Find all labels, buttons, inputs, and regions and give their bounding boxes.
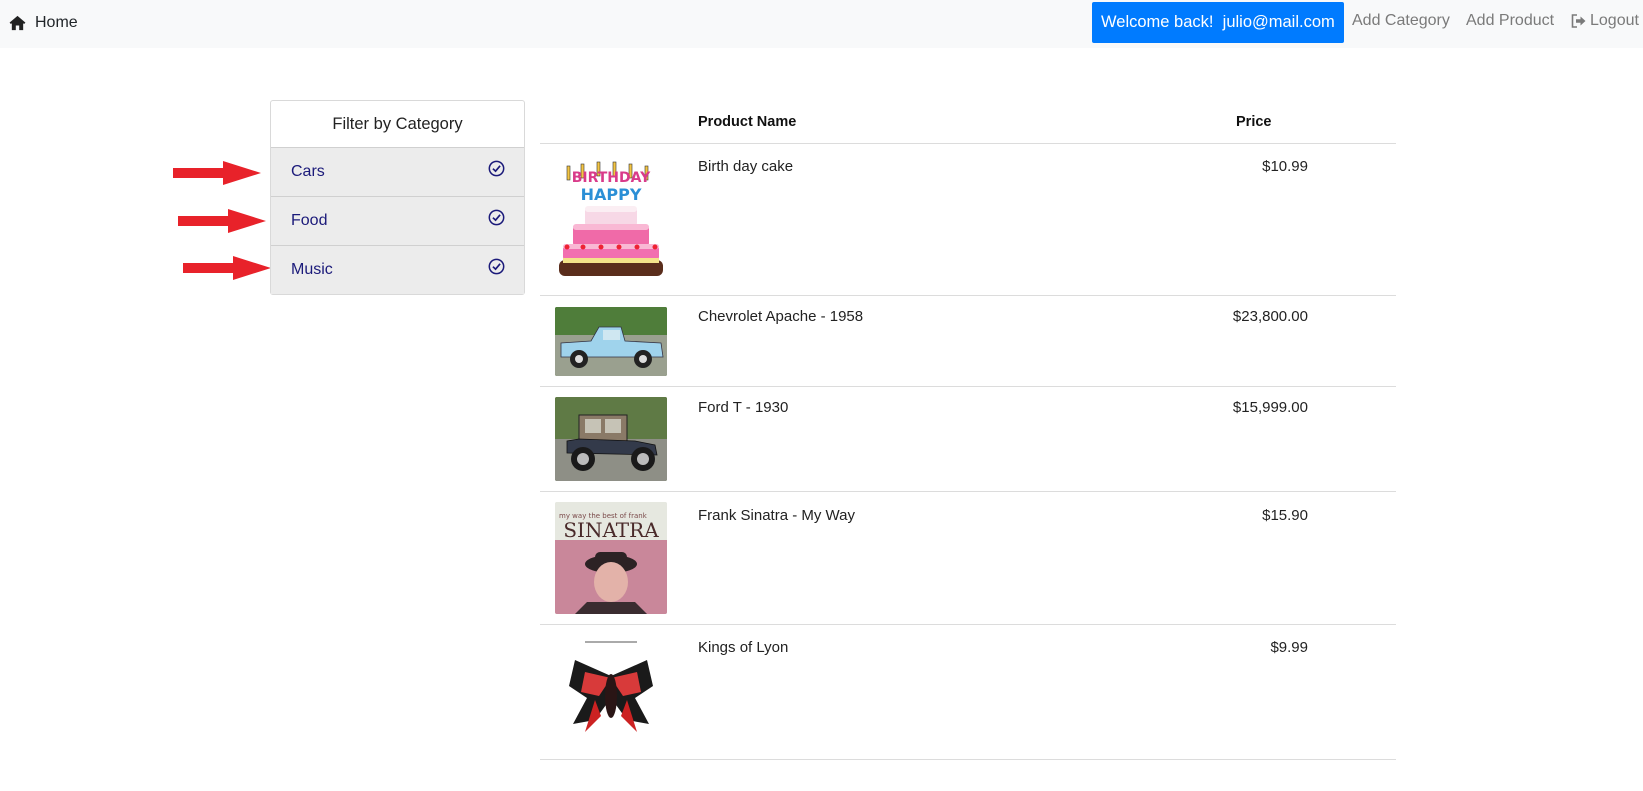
check-circle-icon <box>488 258 505 275</box>
category-filter-panel: Filter by Category Cars Food Music <box>270 100 525 295</box>
table-row[interactable]: my way the best of frank SINATRA Frank S… <box>540 492 1396 625</box>
product-price: $15,999.00 <box>1232 399 1308 416</box>
welcome-badge: Welcome back! julio@mail.com <box>1092 2 1344 43</box>
vintage-car-image <box>555 397 667 481</box>
table-row[interactable]: Chevrolet Apache - 1958 $23,800.00 <box>540 296 1396 387</box>
table-row[interactable]: BIRTHDAY HAPPY Birth day cake $10.99 <box>540 144 1396 296</box>
product-name: Kings of Lyon <box>698 639 789 656</box>
product-price: $15.90 <box>1262 507 1308 524</box>
category-item-cars[interactable]: Cars <box>271 148 524 197</box>
product-name: Ford T - 1930 <box>698 399 789 416</box>
logout-icon <box>1571 14 1586 28</box>
category-label: Food <box>291 212 328 229</box>
birthday-cake-image: BIRTHDAY HAPPY <box>555 156 667 284</box>
add-category-link[interactable]: Add Category <box>1352 12 1450 30</box>
annotation-arrow-icon <box>173 161 261 185</box>
product-name: Frank Sinatra - My Way <box>698 507 855 524</box>
column-header-name: Product Name <box>698 114 797 130</box>
table-row[interactable]: Kings of Lyon $9.99 <box>540 625 1396 760</box>
sinatra-album-cover-image: my way the best of frank SINATRA <box>555 502 667 614</box>
top-navbar: Home Welcome back! julio@mail.com Add Ca… <box>0 0 1643 48</box>
table-header: Product Name Price <box>540 100 1396 144</box>
category-label: Cars <box>291 163 325 180</box>
annotation-arrow-icon <box>183 256 271 280</box>
product-price: $23,800.00 <box>1232 308 1308 325</box>
category-label: Music <box>291 261 333 278</box>
product-name: Birth day cake <box>698 158 794 175</box>
logout-label: Logout <box>1590 12 1639 29</box>
home-link[interactable]: Home <box>9 12 78 34</box>
svg-text:HAPPY: HAPPY <box>581 185 642 204</box>
cake-topper-text: BIRTHDAY <box>572 170 651 186</box>
category-item-music[interactable]: Music <box>271 246 524 294</box>
product-name: Chevrolet Apache - 1958 <box>698 308 864 325</box>
product-price: $10.99 <box>1262 158 1308 175</box>
add-product-link[interactable]: Add Product <box>1466 12 1554 30</box>
logout-link[interactable]: Logout <box>1571 12 1639 30</box>
table-row[interactable]: Ford T - 1930 $15,999.00 <box>540 387 1396 492</box>
filter-title: Filter by Category <box>271 101 524 148</box>
column-header-price: Price <box>1236 114 1272 130</box>
check-circle-icon <box>488 209 505 226</box>
check-circle-icon <box>488 160 505 177</box>
kings-of-leon-album-cover-image <box>555 636 667 748</box>
product-price: $9.99 <box>1270 639 1308 656</box>
category-item-food[interactable]: Food <box>271 197 524 246</box>
home-label: Home <box>35 14 78 31</box>
product-table: Product Name Price BIRTHDAY HAPPY Birth … <box>540 100 1396 760</box>
blue-pickup-truck-image <box>555 307 667 376</box>
home-icon <box>9 15 26 31</box>
annotation-arrow-icon <box>178 209 266 233</box>
album-title: SINATRA <box>563 518 659 542</box>
